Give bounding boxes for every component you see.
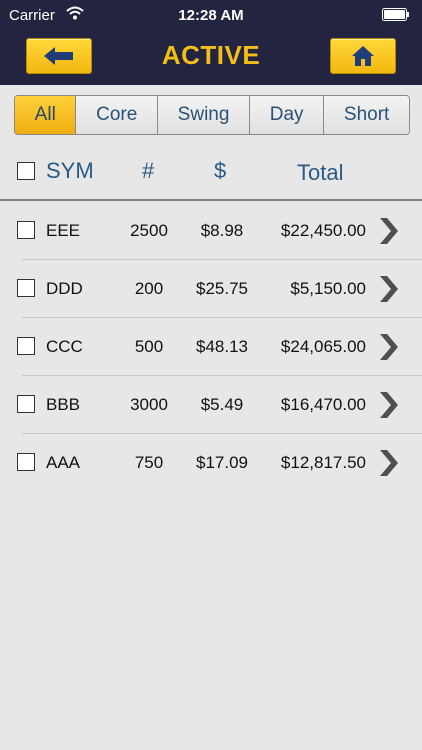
row-quantity: 200 (134, 279, 164, 298)
row-price: $25.75 (196, 279, 248, 298)
status-bar: Carrier 12:28 AM (0, 0, 422, 30)
table-row[interactable]: DDD 200 $25.75 $5,150.00 (0, 259, 422, 317)
row-price: $5.49 (200, 395, 244, 414)
home-icon (352, 46, 374, 66)
home-button[interactable] (330, 38, 396, 74)
row-symbol: BBB (46, 395, 81, 414)
chevron-right-icon[interactable] (376, 216, 400, 246)
row-quantity: 750 (134, 453, 164, 472)
row-checkbox[interactable] (17, 395, 35, 413)
row-price: $48.13 (196, 337, 248, 356)
header-sym[interactable]: SYM (46, 158, 94, 184)
row-price: $17.09 (196, 453, 248, 472)
top-bar: Carrier 12:28 AM ACTIVE (0, 0, 422, 85)
tab-swing[interactable]: Swing (157, 96, 250, 134)
header-total[interactable]: Total (297, 160, 343, 186)
row-total: $16,470.00 (280, 395, 366, 414)
tab-all[interactable]: All (15, 96, 76, 134)
chevron-right-icon[interactable] (376, 390, 400, 420)
row-quantity: 500 (134, 337, 164, 356)
table-row[interactable]: BBB 3000 $5.49 $16,470.00 (0, 375, 422, 433)
table-row[interactable]: AAA 750 $17.09 $12,817.50 (0, 433, 422, 491)
table-row[interactable]: CCC 500 $48.13 $24,065.00 (0, 317, 422, 375)
row-checkbox[interactable] (17, 337, 35, 355)
row-quantity: 3000 (130, 395, 168, 414)
row-symbol: EEE (46, 221, 81, 240)
row-checkbox[interactable] (17, 221, 35, 239)
row-total: $12,817.50 (280, 453, 366, 472)
header-price[interactable]: $ (214, 158, 226, 184)
row-symbol: DDD (46, 279, 83, 298)
chevron-right-icon[interactable] (376, 332, 400, 362)
row-symbol: CCC (46, 337, 83, 356)
row-checkbox[interactable] (17, 453, 35, 471)
table-row[interactable]: EEE 2500 $8.98 $22,450.00 (0, 201, 422, 259)
select-all-checkbox[interactable] (17, 162, 35, 180)
filter-tabs: All Core Swing Day Short (14, 95, 410, 135)
header-qty[interactable]: # (142, 158, 154, 184)
chevron-right-icon[interactable] (376, 274, 400, 304)
row-price: $8.98 (200, 221, 244, 240)
tab-day[interactable]: Day (249, 96, 324, 134)
row-total: $22,450.00 (280, 221, 366, 240)
row-checkbox[interactable] (17, 279, 35, 297)
tab-short[interactable]: Short (323, 96, 409, 134)
row-total: $5,150.00 (290, 279, 366, 298)
clock: 12:28 AM (178, 7, 244, 24)
row-symbol: AAA (46, 453, 81, 472)
tab-core[interactable]: Core (75, 96, 157, 134)
row-total: $24,065.00 (280, 337, 366, 356)
chevron-right-icon[interactable] (376, 448, 400, 478)
table-header: SYM # $ Total (0, 150, 422, 194)
row-quantity: 2500 (130, 221, 168, 240)
battery-icon (382, 8, 409, 21)
